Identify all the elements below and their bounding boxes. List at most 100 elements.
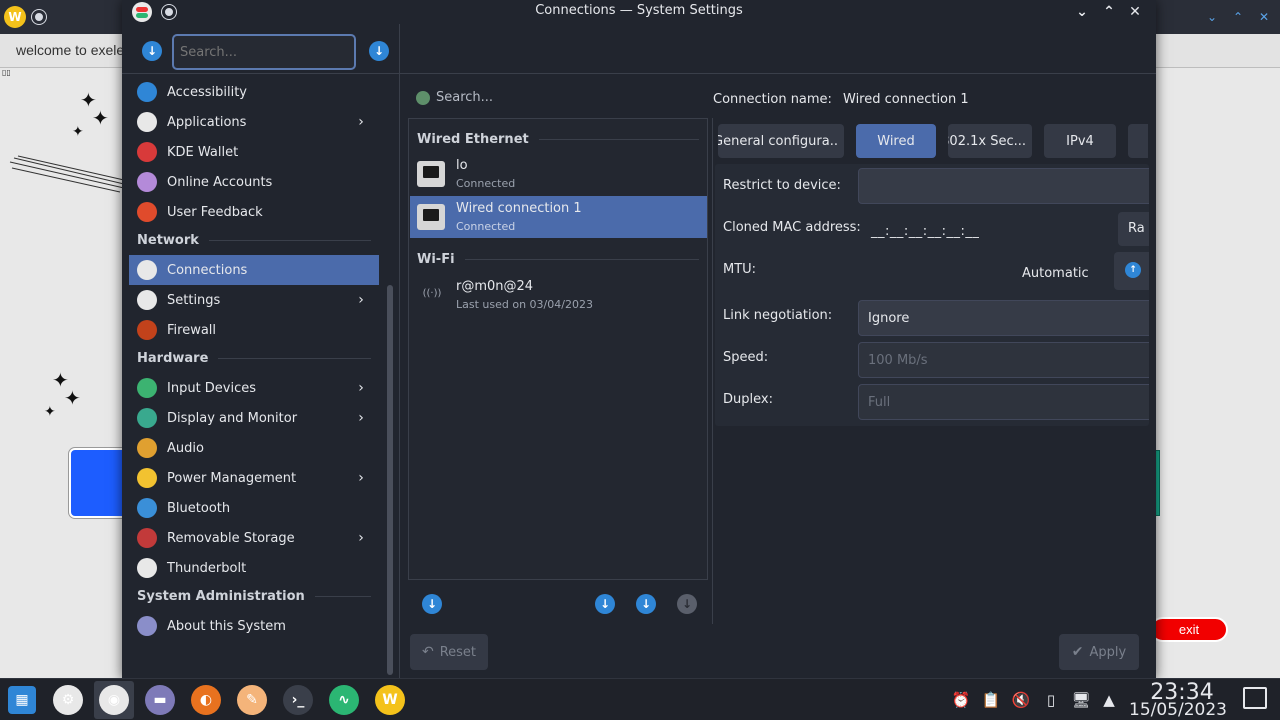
taskbar-system-settings[interactable]: ◉ bbox=[94, 681, 134, 719]
randomize-button[interactable]: Ra bbox=[1118, 212, 1149, 246]
expand-tray-icon[interactable]: ▲ bbox=[1098, 689, 1120, 711]
settings-search-input[interactable] bbox=[174, 36, 354, 68]
sidebar-item-accessibility[interactable]: Accessibility bbox=[129, 77, 379, 107]
hamburger-menu-button[interactable]: ↓ bbox=[142, 41, 162, 61]
configuration-button[interactable]: ↓ bbox=[422, 594, 442, 614]
pin-icon[interactable] bbox=[162, 5, 176, 19]
sidebar-item-kde-wallet[interactable]: KDE Wallet bbox=[129, 137, 379, 167]
sidebar-item-label: About this System bbox=[167, 618, 286, 634]
close-icon[interactable]: ✕ bbox=[1256, 9, 1272, 25]
taskbar-system-monitor[interactable]: ∿ bbox=[324, 681, 364, 719]
add-connection-button[interactable]: ↓ bbox=[595, 594, 615, 614]
display-icon bbox=[137, 408, 157, 428]
speed-combobox[interactable]: 100 Mb/s bbox=[858, 342, 1149, 378]
taskbar-discover[interactable]: ⚙ bbox=[48, 681, 88, 719]
connection-name-value[interactable]: Wired connection 1 bbox=[843, 92, 969, 107]
network-icon[interactable]: 🖥 bbox=[1070, 689, 1092, 711]
chevron-right-icon: › bbox=[358, 410, 364, 426]
connection-item[interactable]: lo Connected bbox=[410, 153, 707, 195]
sidebar-item-applications[interactable]: Applications › bbox=[129, 107, 379, 137]
sparkle-icon: ✦ bbox=[44, 404, 56, 420]
link-negotiation-label: Link negotiation: bbox=[723, 308, 833, 323]
pin-icon[interactable] bbox=[32, 10, 46, 24]
sidebar-item-user-feedback[interactable]: User Feedback bbox=[129, 197, 379, 227]
sidebar-item-label: Display and Monitor bbox=[167, 410, 298, 426]
sidebar-section-header: Hardware bbox=[137, 351, 371, 366]
tab-8021x-security[interactable]: 802.1x Sec... bbox=[948, 124, 1032, 158]
taskbar-file-manager[interactable]: ▬ bbox=[140, 681, 180, 719]
firefox-icon: ◐ bbox=[191, 685, 221, 715]
taskbar: ▦ ⚙ ◉ ▬ ◐ ✎ ›_ ∿ W ⏰ 📋 🔇 ▯ 🖥 ▲ 23:34 15/05/2023 bbox=[0, 678, 1280, 720]
sidebar-item-thunderbolt[interactable]: Thunderbolt bbox=[129, 553, 379, 583]
taskbar-app-launcher[interactable]: ▦ bbox=[2, 681, 42, 719]
tab-overflow[interactable] bbox=[1128, 124, 1148, 158]
minimize-icon[interactable]: ⌄ bbox=[1204, 9, 1220, 25]
connections-search[interactable]: Search... bbox=[416, 90, 493, 105]
firewall-icon bbox=[137, 320, 157, 340]
tab-wired[interactable]: Wired bbox=[856, 124, 936, 158]
taskbar-terminal[interactable]: ›_ bbox=[278, 681, 318, 719]
maximize-button[interactable]: ⌃ bbox=[1099, 2, 1119, 22]
sidebar-item-about-this-system[interactable]: About this System bbox=[129, 611, 379, 641]
mtu-value[interactable]: Automatic bbox=[1022, 266, 1089, 281]
taskbar-welcome[interactable]: W bbox=[370, 681, 410, 719]
duplex-combobox[interactable]: Full bbox=[858, 384, 1149, 420]
volume-muted-icon[interactable]: 🔇 bbox=[1010, 689, 1032, 711]
system-settings-icon: ◉ bbox=[99, 685, 129, 715]
remove-connection-button[interactable]: ↓ bbox=[677, 594, 697, 614]
sidebar-item-settings[interactable]: Settings › bbox=[129, 285, 379, 315]
clock-date[interactable]: 15/05/2023 bbox=[1126, 700, 1230, 720]
apply-button[interactable]: ✔ Apply bbox=[1059, 634, 1139, 670]
exit-button[interactable]: exit bbox=[1150, 617, 1228, 642]
restrict-device-combobox[interactable] bbox=[858, 168, 1149, 204]
sidebar-item-label: Audio bbox=[167, 440, 204, 456]
close-button[interactable]: ✕ bbox=[1125, 2, 1145, 22]
sidebar-item-online-accounts[interactable]: Online Accounts bbox=[129, 167, 379, 197]
connection-item[interactable]: Wired connection 1 Connected bbox=[410, 196, 707, 238]
battery-icon[interactable]: ▯ bbox=[1040, 689, 1062, 711]
sidebar-item-label: Firewall bbox=[167, 322, 217, 338]
taskbar-notes[interactable]: ✎ bbox=[232, 681, 272, 719]
sidebar-item-removable-storage[interactable]: Removable Storage › bbox=[129, 523, 379, 553]
tab-ipv4[interactable]: IPv4 bbox=[1044, 124, 1116, 158]
sidebar-item-bluetooth[interactable]: Bluetooth bbox=[129, 493, 379, 523]
sidebar-item-firewall[interactable]: Firewall bbox=[129, 315, 379, 345]
sidebar-scrollbar[interactable] bbox=[387, 285, 393, 675]
connections-icon bbox=[137, 260, 157, 280]
tab-general-configuration[interactable]: General configura.. bbox=[718, 124, 844, 158]
system-monitor-icon: ∿ bbox=[329, 685, 359, 715]
mtu-spin-button[interactable]: ↑ bbox=[1114, 252, 1149, 290]
chevron-right-icon: › bbox=[358, 380, 364, 396]
sidebar-item-label: Accessibility bbox=[167, 84, 247, 100]
connection-item[interactable]: ((·)) r@m0n@24 Last used on 03/04/2023 bbox=[410, 274, 707, 316]
sidebar-item-audio[interactable]: Audio bbox=[129, 433, 379, 463]
notifications-icon[interactable]: ⏰ bbox=[950, 689, 972, 711]
clipboard-icon[interactable]: 📋 bbox=[980, 689, 1002, 711]
maximize-icon[interactable]: ⌃ bbox=[1230, 9, 1246, 25]
taskbar-firefox[interactable]: ◐ bbox=[186, 681, 226, 719]
section-divider bbox=[538, 139, 699, 140]
cloned-mac-label: Cloned MAC address: bbox=[723, 220, 861, 235]
import-button[interactable]: ↓ bbox=[636, 594, 656, 614]
feedback-icon bbox=[137, 202, 157, 222]
sidebar-item-display-and-monitor[interactable]: Display and Monitor › bbox=[129, 403, 379, 433]
sidebar-item-label: User Feedback bbox=[167, 204, 263, 220]
sparkle-icon: ✦ bbox=[92, 106, 109, 130]
show-desktop-button[interactable] bbox=[1243, 687, 1267, 709]
cloned-mac-input[interactable]: __:__:__:__:__:__ bbox=[871, 224, 979, 239]
sidebar-item-connections[interactable]: Connections bbox=[129, 255, 379, 285]
sidebar-item-input-devices[interactable]: Input Devices › bbox=[129, 373, 379, 403]
minimize-button[interactable]: ⌄ bbox=[1072, 2, 1092, 22]
reset-label: Reset bbox=[439, 644, 477, 660]
link-negotiation-combobox[interactable]: Ignore bbox=[858, 300, 1149, 336]
settings-search-box[interactable] bbox=[172, 34, 356, 70]
reset-button[interactable]: ↶ Reset bbox=[410, 634, 488, 670]
chevron-right-icon: › bbox=[358, 292, 364, 308]
sidebar-section-header: System Administration bbox=[137, 589, 371, 604]
background-tab-title[interactable]: welcome to exele bbox=[16, 42, 124, 58]
background-blue-card[interactable] bbox=[69, 448, 129, 518]
menu-button[interactable]: ↓ bbox=[369, 41, 389, 61]
welcome-icon: W bbox=[375, 685, 405, 715]
sidebar-item-power-management[interactable]: Power Management › bbox=[129, 463, 379, 493]
details-divider bbox=[712, 118, 713, 624]
